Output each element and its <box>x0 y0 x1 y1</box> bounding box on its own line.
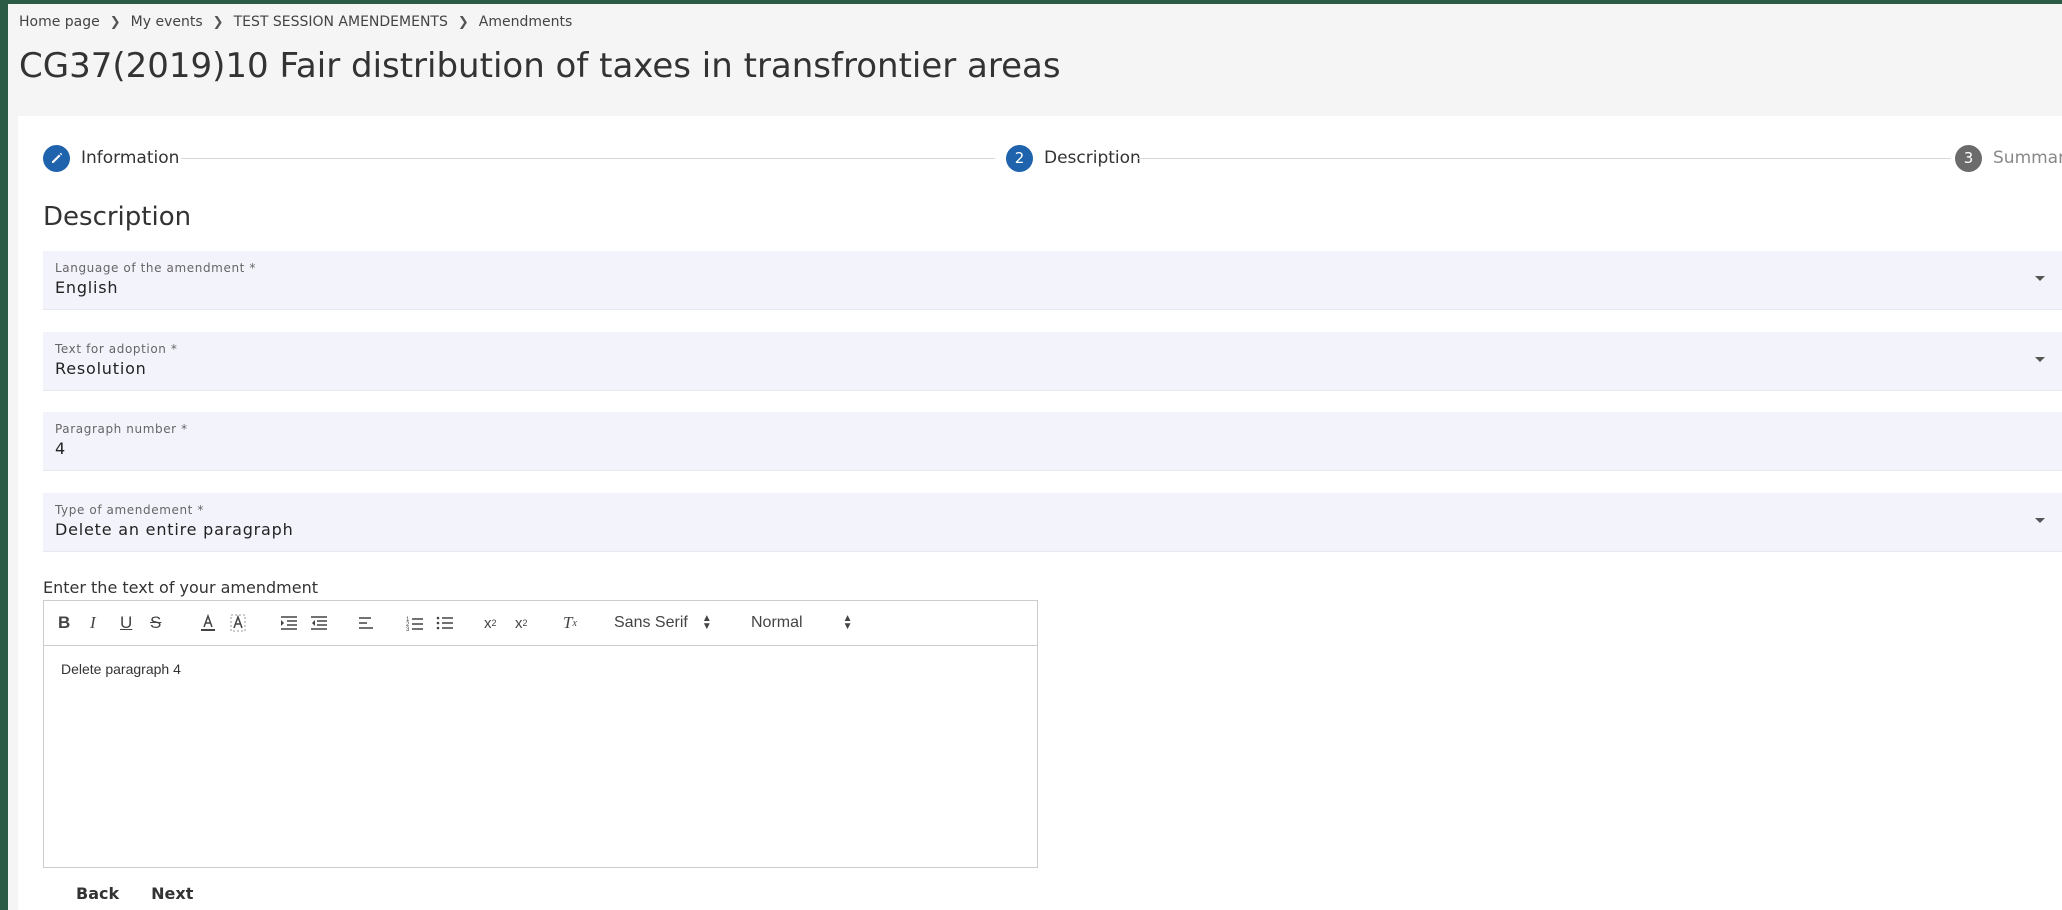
dropdown-arrow-icon <box>2035 357 2045 362</box>
page-title: CG37(2019)10 Fair distribution of taxes … <box>19 46 1061 86</box>
font-size-select[interactable]: Normal ▲ ▼ <box>751 612 852 634</box>
language-label: Language of the amendment * <box>55 261 256 275</box>
outdent-icon[interactable] <box>310 612 328 634</box>
back-button[interactable]: Back <box>59 884 135 903</box>
dropdown-arrow-icon <box>2035 276 2045 281</box>
indent-icon[interactable] <box>280 612 298 634</box>
next-button[interactable]: Next <box>135 884 209 903</box>
section-title: Description <box>43 202 192 232</box>
step-label-description: Description <box>1044 148 1141 168</box>
font-size-value: Normal <box>751 614 803 631</box>
chevron-right-icon: ❯ <box>109 14 121 30</box>
text-color-icon[interactable] <box>200 612 216 634</box>
paragraph-number-label: Paragraph number * <box>55 422 188 436</box>
rich-text-editor: B I U S 123 x 2 x 2 T x Sans Serif ▲ ▼ N… <box>43 600 1038 868</box>
step-connector <box>1137 158 1951 159</box>
form-actions: Back Next <box>43 884 209 903</box>
language-select[interactable]: Language of the amendment * English <box>43 251 2062 310</box>
stepper: Information 2 Description 3 Summary <box>43 144 2062 174</box>
select-arrows-icon: ▲ ▼ <box>842 613 853 632</box>
type-of-amendment-label: Type of amendement * <box>55 503 204 517</box>
underline-icon[interactable]: U <box>120 612 132 634</box>
step-information[interactable]: Information <box>43 144 179 172</box>
app-frame: Home page ❯ My events ❯ TEST SESSION AME… <box>8 4 2062 910</box>
subscript-icon[interactable]: x2 <box>484 612 497 634</box>
editor-toolbar: B I U S 123 x 2 x 2 T x Sans Serif ▲ ▼ N… <box>44 601 1037 646</box>
bullet-list-icon[interactable] <box>436 612 454 634</box>
clear-format-icon[interactable]: Tx <box>563 612 577 634</box>
step-label-summary: Summary <box>1993 148 2062 168</box>
paragraph-number-value[interactable]: 4 <box>55 439 66 458</box>
superscript-icon[interactable]: x2 <box>515 612 528 634</box>
bold-icon[interactable]: B <box>58 612 70 634</box>
breadcrumb: Home page ❯ My events ❯ TEST SESSION AME… <box>19 14 572 30</box>
type-of-amendment-value: Delete an entire paragraph <box>55 520 294 539</box>
dropdown-arrow-icon <box>2035 518 2045 523</box>
breadcrumb-current: Amendments <box>478 14 573 30</box>
type-of-amendment-select[interactable]: Type of amendement * Delete an entire pa… <box>43 493 2062 552</box>
step-connector <box>181 158 995 159</box>
svg-text:3: 3 <box>406 627 410 631</box>
breadcrumb-home[interactable]: Home page <box>19 14 100 30</box>
editor-content[interactable]: Delete paragraph 4 <box>61 661 181 677</box>
editor-label: Enter the text of your amendment <box>43 578 318 597</box>
italic-icon[interactable]: I <box>90 612 96 634</box>
step-description[interactable]: 2 Description <box>1006 144 1141 172</box>
step-label-information: Information <box>81 148 180 168</box>
step-number-description: 2 <box>1006 144 1033 172</box>
step-summary[interactable]: 3 Summary <box>1955 144 2062 172</box>
form-card: Information 2 Description 3 Summary Desc… <box>18 116 2062 910</box>
language-value: English <box>55 278 119 297</box>
text-for-adoption-label: Text for adoption * <box>55 342 178 356</box>
text-for-adoption-select[interactable]: Text for adoption * Resolution <box>43 332 2062 391</box>
chevron-right-icon: ❯ <box>457 14 469 30</box>
background-color-icon[interactable] <box>230 612 246 634</box>
chevron-right-icon: ❯ <box>212 14 224 30</box>
align-left-icon[interactable] <box>358 612 374 634</box>
ordered-list-icon[interactable]: 123 <box>406 612 424 634</box>
breadcrumb-session[interactable]: TEST SESSION AMENDEMENTS <box>234 14 448 30</box>
paragraph-number-field[interactable]: Paragraph number * 4 <box>43 412 2062 471</box>
text-for-adoption-value: Resolution <box>55 359 147 378</box>
font-family-select[interactable]: Sans Serif ▲ ▼ <box>614 612 712 634</box>
step-number-summary: 3 <box>1955 144 1982 172</box>
breadcrumb-my-events[interactable]: My events <box>131 14 203 30</box>
select-arrows-icon: ▲ ▼ <box>701 613 712 632</box>
pencil-icon <box>43 144 70 172</box>
font-family-value: Sans Serif <box>614 614 688 631</box>
strikethrough-icon[interactable]: S <box>150 612 161 634</box>
